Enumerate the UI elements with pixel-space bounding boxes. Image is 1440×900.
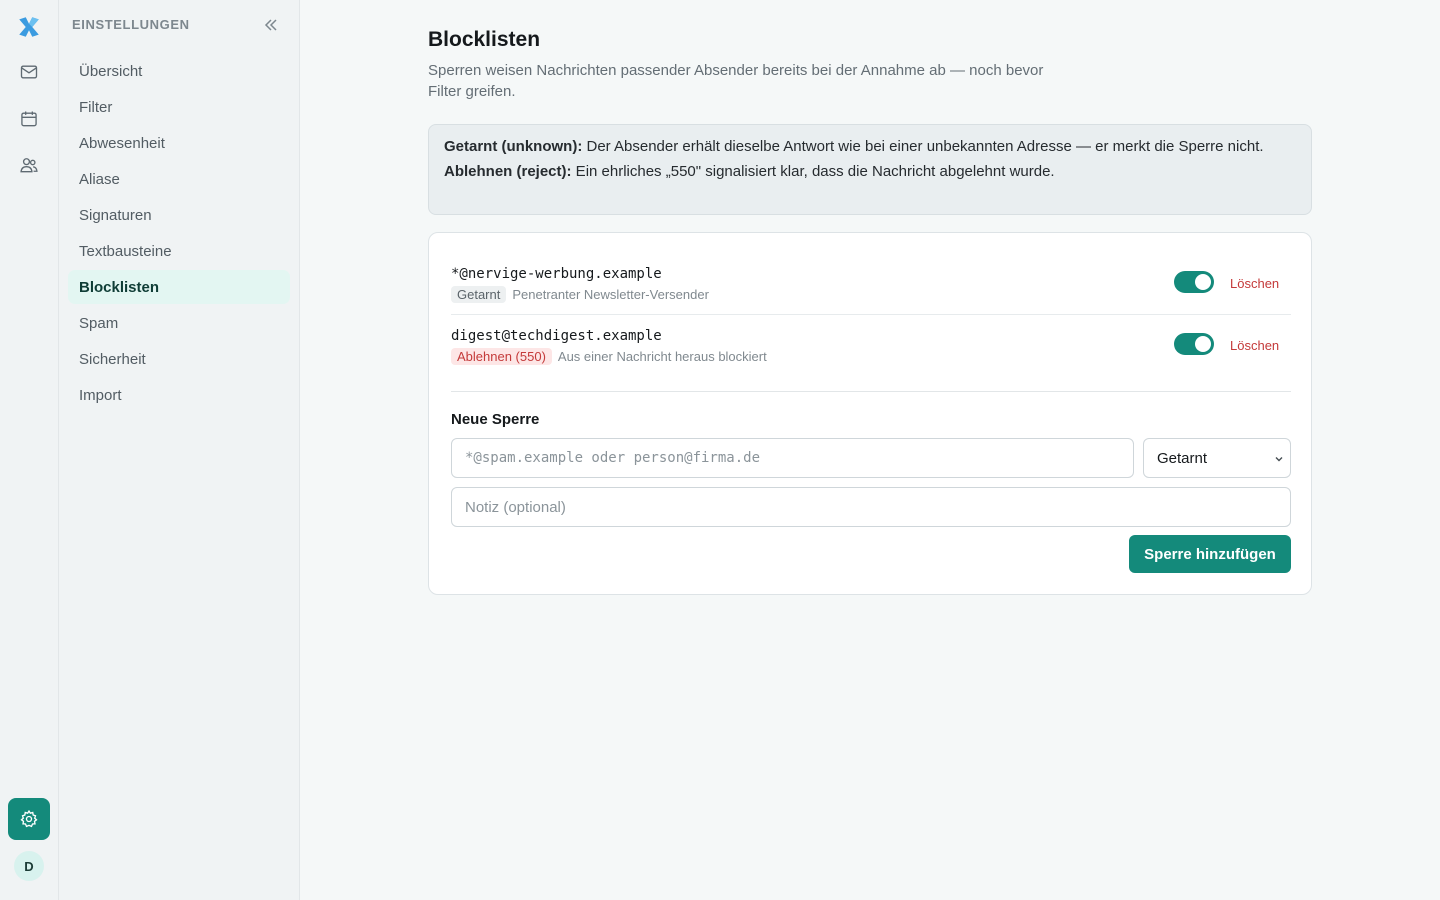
delete-button[interactable]: Löschen xyxy=(1230,338,1279,353)
block-mode-select[interactable]: Getarnt xyxy=(1143,438,1291,478)
block-note: Aus einer Nachricht heraus blockiert xyxy=(557,349,767,364)
add-block-button[interactable]: Sperre hinzufügen xyxy=(1129,535,1291,573)
block-note-input[interactable] xyxy=(451,487,1291,527)
info-label-unknown: Getarnt (unknown): xyxy=(444,138,583,155)
block-note: Penetranter Newsletter-Versender xyxy=(512,287,709,302)
collapse-sidebar-icon[interactable] xyxy=(262,16,280,34)
block-enabled-toggle[interactable] xyxy=(1174,333,1214,355)
icon-rail: D xyxy=(0,0,59,900)
block-enabled-toggle[interactable] xyxy=(1174,271,1214,293)
sidebar-item-signaturen[interactable]: Signaturen xyxy=(68,198,290,232)
mode-badge: Getarnt xyxy=(451,286,507,303)
settings-nav: Übersicht Filter Abwesenheit Aliase Sign… xyxy=(68,54,290,414)
info-line-reject: Ablehnen (reject): Ein ehrliches „550" s… xyxy=(444,161,1296,182)
block-address: digest@techdigest.example xyxy=(451,328,662,344)
block-meta: Getarnt Penetranter Newsletter-Versender xyxy=(451,286,709,303)
info-box: Getarnt (unknown): Der Absender erhält d… xyxy=(428,124,1312,215)
sidebar-item-uebersicht[interactable]: Übersicht xyxy=(68,54,290,88)
new-block-title: Neue Sperre xyxy=(451,411,540,428)
settings-icon[interactable] xyxy=(8,798,50,840)
sidebar-item-textbausteine[interactable]: Textbausteine xyxy=(68,234,290,268)
chevron-down-icon xyxy=(1275,457,1283,462)
blocklist-card: *@nervige-werbung.example Getarnt Penetr… xyxy=(428,232,1312,595)
sidebar-item-blocklisten[interactable]: Blocklisten xyxy=(68,270,290,304)
block-address: *@nervige-werbung.example xyxy=(451,266,662,282)
divider xyxy=(451,391,1291,392)
mode-badge: Ablehnen (550) xyxy=(451,348,552,365)
block-address-input[interactable] xyxy=(451,438,1134,478)
info-line-unknown: Getarnt (unknown): Der Absender erhält d… xyxy=(444,136,1296,157)
info-text-reject: Ein ehrliches „550" signalisiert klar, d… xyxy=(571,163,1055,180)
sidebar-item-filter[interactable]: Filter xyxy=(68,90,290,124)
list-item: digest@techdigest.example Ablehnen (550)… xyxy=(451,317,1291,377)
sidebar-item-spam[interactable]: Spam xyxy=(68,306,290,340)
block-meta: Ablehnen (550) Aus einer Nachricht herau… xyxy=(451,348,767,365)
sidebar-item-import[interactable]: Import xyxy=(68,378,290,412)
page-description: Sperren weisen Nachrichten passender Abs… xyxy=(428,62,1044,100)
block-mode-value: Getarnt xyxy=(1157,449,1208,467)
calendar-icon[interactable] xyxy=(8,98,50,140)
delete-button[interactable]: Löschen xyxy=(1230,276,1279,291)
avatar[interactable]: D xyxy=(14,851,44,881)
info-label-reject: Ablehnen (reject): xyxy=(444,163,572,180)
settings-sidebar: EINSTELLUNGEN Übersicht Filter Abwesenhe… xyxy=(59,0,300,900)
toggle-knob xyxy=(1195,274,1211,290)
page-title: Blocklisten xyxy=(428,28,541,51)
sidebar-item-sicherheit[interactable]: Sicherheit xyxy=(68,342,290,376)
info-text-unknown: Der Absender erhält dieselbe Antwort wie… xyxy=(582,138,1264,155)
sidebar-item-aliase[interactable]: Aliase xyxy=(68,162,290,196)
toggle-knob xyxy=(1195,336,1211,352)
sidebar-item-abwesenheit[interactable]: Abwesenheit xyxy=(68,126,290,160)
logo-icon[interactable] xyxy=(8,6,50,48)
mail-icon[interactable] xyxy=(8,51,50,93)
sidebar-title: EINSTELLUNGEN xyxy=(72,17,190,32)
contacts-icon[interactable] xyxy=(8,144,50,186)
list-item: *@nervige-werbung.example Getarnt Penetr… xyxy=(451,255,1291,315)
